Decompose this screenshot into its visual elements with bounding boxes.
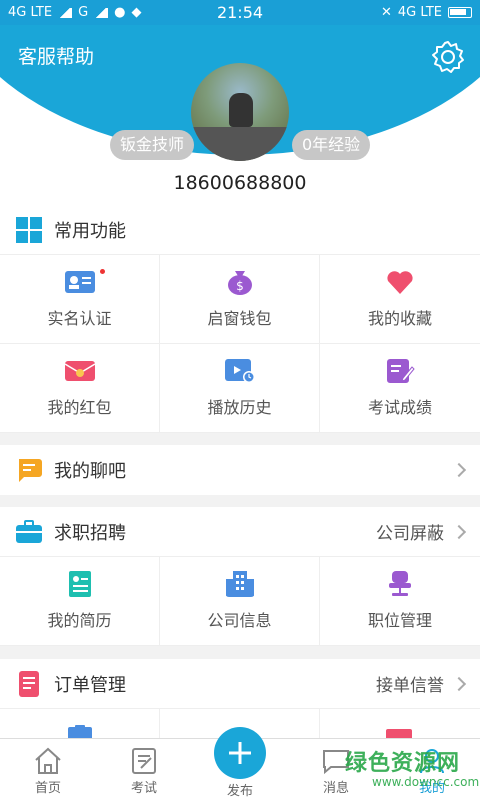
money-bag-icon: $ bbox=[227, 271, 252, 295]
orders-header[interactable]: 订单管理 接单信誉 bbox=[0, 659, 480, 709]
grid-icon bbox=[16, 216, 42, 243]
resume-icon bbox=[68, 571, 91, 597]
section-title: 常用功能 bbox=[54, 220, 126, 242]
order-document-icon bbox=[19, 670, 39, 697]
item-label: 职位管理 bbox=[367, 611, 432, 630]
jobs-header[interactable]: 求职招聘 公司屏蔽 bbox=[0, 507, 480, 557]
item-label: 我的红包 bbox=[47, 398, 112, 417]
wechat-icon: ● bbox=[114, 5, 126, 20]
company-block-link[interactable]: 公司屏蔽 bbox=[376, 519, 444, 544]
network-label-2: G bbox=[78, 5, 89, 20]
chat-section[interactable]: 我的聊吧 bbox=[0, 445, 480, 495]
publish-label: 发布 bbox=[226, 784, 253, 799]
notification-dot bbox=[100, 269, 105, 274]
jobs-section: 求职招聘 公司屏蔽 我的简历 公司信息 职位管理 bbox=[0, 507, 480, 646]
company-info-item[interactable]: 公司信息 bbox=[160, 557, 320, 646]
my-resume-item[interactable]: 我的简历 bbox=[0, 557, 160, 646]
chat-row[interactable]: 我的聊吧 bbox=[0, 445, 480, 495]
nav-label: 首页 bbox=[34, 781, 61, 796]
chevron-right-icon bbox=[451, 676, 467, 691]
profile-header: 客服帮助 钣金技师 0年经验 18600688800 bbox=[0, 25, 480, 205]
nav-label: 考试 bbox=[130, 781, 157, 796]
mute-icon: ✕ bbox=[381, 5, 392, 20]
wallet-icon bbox=[386, 729, 412, 738]
watermark-url: www.downcc.com bbox=[372, 775, 480, 789]
nav-label: 消息 bbox=[322, 781, 349, 796]
common-functions-section: 常用功能 实名认证 $ 启窗钱包 我的收藏 我的红包 播放历史 考试成绩 bbox=[0, 205, 480, 433]
chat-icon bbox=[19, 459, 42, 482]
status-bar: 4G LTE G ● ◆ 21:54 ✕ 4G LTE bbox=[0, 0, 480, 25]
network-label-right: 4G LTE bbox=[397, 5, 442, 20]
watermark-title: 绿色资源网 bbox=[345, 751, 461, 776]
svg-text:$: $ bbox=[236, 279, 244, 293]
edit-document-icon bbox=[387, 359, 415, 383]
clipboard-icon bbox=[68, 725, 92, 738]
section-title: 订单管理 bbox=[54, 674, 126, 696]
order-credit-link[interactable]: 接单信誉 bbox=[376, 671, 444, 696]
chevron-right-icon bbox=[451, 524, 467, 539]
nav-home[interactable]: 首页 bbox=[0, 739, 96, 800]
signal-icon-2 bbox=[94, 7, 109, 18]
red-packet-item[interactable]: 我的红包 bbox=[0, 344, 160, 433]
position-manage-item[interactable]: 职位管理 bbox=[320, 557, 480, 646]
briefcase-icon bbox=[16, 519, 42, 543]
red-packet-icon bbox=[64, 361, 95, 381]
favorites-item[interactable]: 我的收藏 bbox=[320, 255, 480, 344]
item-label: 播放历史 bbox=[207, 398, 272, 417]
item-label: 考试成绩 bbox=[367, 398, 432, 417]
office-chair-icon bbox=[389, 571, 411, 596]
section-title: 求职招聘 bbox=[54, 522, 126, 544]
plus-icon bbox=[229, 742, 251, 764]
experience-badge: 0年经验 bbox=[292, 130, 371, 160]
common-functions-header: 常用功能 bbox=[0, 205, 480, 255]
publish-button[interactable] bbox=[214, 727, 266, 779]
building-icon bbox=[225, 571, 254, 597]
heart-icon bbox=[387, 271, 413, 294]
customer-help-link[interactable]: 客服帮助 bbox=[18, 42, 94, 69]
play-history-icon bbox=[224, 359, 255, 383]
section-title: 我的聊吧 bbox=[54, 461, 126, 482]
battery-icon bbox=[448, 7, 472, 18]
wallet-item[interactable]: $ 启窗钱包 bbox=[160, 255, 320, 344]
nav-exam[interactable]: 考试 bbox=[96, 739, 192, 800]
order-cell[interactable] bbox=[320, 709, 480, 738]
gear-icon[interactable] bbox=[430, 39, 466, 75]
order-cell[interactable] bbox=[0, 709, 160, 738]
chevron-right-icon bbox=[451, 462, 467, 478]
id-card-icon bbox=[64, 271, 95, 293]
exam-score-item[interactable]: 考试成绩 bbox=[320, 344, 480, 433]
avatar[interactable] bbox=[191, 63, 289, 161]
item-label: 公司信息 bbox=[207, 611, 272, 630]
home-icon bbox=[35, 747, 61, 774]
play-history-item[interactable]: 播放历史 bbox=[160, 344, 320, 433]
network-label: 4G LTE bbox=[8, 5, 53, 20]
item-label: 启窗钱包 bbox=[207, 309, 272, 328]
phone-number: 18600688800 bbox=[173, 172, 307, 194]
profession-badge: 钣金技师 bbox=[110, 130, 195, 160]
real-name-auth-item[interactable]: 实名认证 bbox=[0, 255, 160, 344]
item-label: 我的收藏 bbox=[367, 309, 432, 328]
item-label: 实名认证 bbox=[47, 309, 112, 328]
item-label: 我的简历 bbox=[47, 611, 112, 630]
shield-icon: ◆ bbox=[131, 5, 142, 20]
exam-icon bbox=[132, 748, 156, 774]
signal-icon bbox=[58, 7, 73, 18]
